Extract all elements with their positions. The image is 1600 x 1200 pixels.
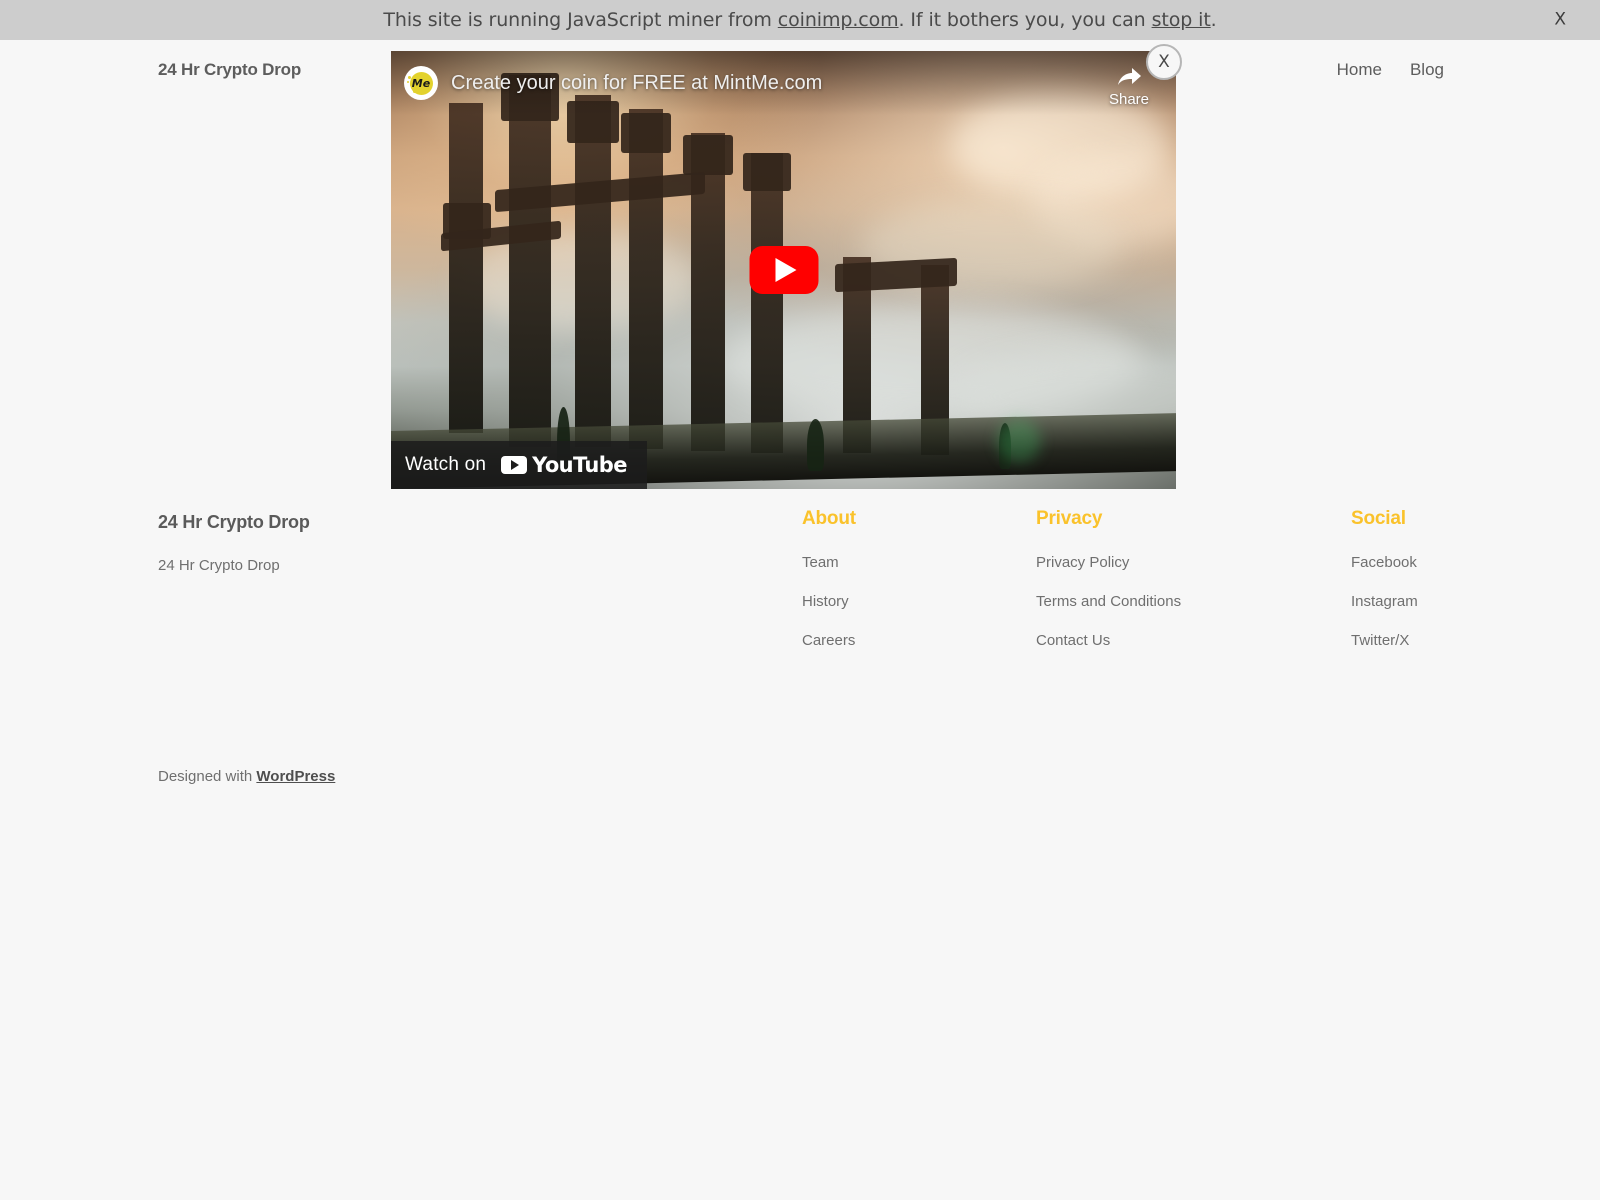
list-item: Twitter/X — [1351, 632, 1418, 650]
play-button-icon[interactable] — [749, 246, 818, 294]
video-overlay-close-button[interactable]: X — [1146, 44, 1182, 80]
footer-link-facebook[interactable]: Facebook — [1351, 554, 1417, 571]
temple-column — [575, 95, 611, 447]
cypress-tree — [807, 419, 824, 471]
footer-column-social: Social Facebook Instagram Twitter/X — [1351, 508, 1418, 671]
miner-banner-message: This site is running JavaScript miner fr… — [383, 9, 1216, 31]
footer-link-privacy-policy[interactable]: Privacy Policy — [1036, 554, 1129, 571]
temple-column — [751, 153, 783, 453]
list-item: Contact Us — [1036, 632, 1181, 650]
temple-column-capital — [683, 135, 733, 175]
miner-text-before: This site is running JavaScript miner fr… — [383, 9, 778, 31]
youtube-logo: YouTube — [501, 453, 627, 477]
footer-link-careers[interactable]: Careers — [802, 632, 855, 649]
footer-columns: 24 Hr Crypto Drop 24 Hr Crypto Drop Abou… — [0, 490, 1600, 660]
temple-column — [629, 109, 663, 449]
temple-column — [509, 75, 551, 447]
coinimp-link[interactable]: coinimp.com — [778, 9, 899, 31]
banner-close-button[interactable]: X — [1554, 11, 1566, 29]
nav-item-blog[interactable]: Blog — [1410, 60, 1444, 80]
list-item: Careers — [802, 632, 856, 650]
footer-heading-about: About — [802, 508, 856, 529]
mintme-ad-text: Create your coin for FREE at MintMe.com — [451, 71, 823, 94]
footer-brand-description: 24 Hr Crypto Drop — [158, 557, 280, 574]
wordpress-link[interactable]: WordPress — [256, 768, 335, 785]
footer-link-twitter-x[interactable]: Twitter/X — [1351, 632, 1409, 649]
footer-links-privacy: Privacy Policy Terms and Conditions Cont… — [1036, 554, 1181, 650]
list-item: Team — [802, 554, 856, 572]
youtube-video-player[interactable]: Me Create your coin for FREE at MintMe.c… — [391, 51, 1176, 489]
footer-column-about: About Team History Careers — [802, 508, 856, 671]
temple-column-capital — [743, 153, 791, 191]
mintme-logo-particle — [408, 76, 411, 79]
footer-link-instagram[interactable]: Instagram — [1351, 593, 1418, 610]
footer-link-team[interactable]: Team — [802, 554, 839, 571]
watch-on-youtube-button[interactable]: Watch on YouTube — [391, 441, 647, 489]
miner-text-after: . — [1210, 9, 1217, 31]
footer-credit-prefix: Designed with — [158, 768, 257, 785]
temple-column-capital — [621, 113, 671, 153]
play-triangle — [775, 258, 797, 282]
list-item: Terms and Conditions — [1036, 593, 1181, 611]
footer-credit: Designed with WordPress — [158, 768, 335, 785]
main-navigation: Home Blog — [1337, 60, 1444, 80]
mintme-ad-banner[interactable]: Me Create your coin for FREE at MintMe.c… — [391, 51, 1176, 115]
temple-column — [449, 103, 483, 433]
mintme-logo-particle — [410, 84, 412, 86]
share-arrow-icon — [1118, 68, 1141, 85]
footer-brand: 24 Hr Crypto Drop 24 Hr Crypto Drop — [158, 512, 310, 574]
youtube-play-triangle — [511, 460, 520, 470]
list-item: History — [802, 593, 856, 611]
mintme-logo-particle — [413, 90, 416, 93]
footer-column-privacy: Privacy Privacy Policy Terms and Conditi… — [1036, 508, 1181, 671]
youtube-wordmark: YouTube — [532, 453, 627, 477]
list-item: Instagram — [1351, 593, 1418, 611]
youtube-play-icon — [501, 456, 528, 474]
site-title[interactable]: 24 Hr Crypto Drop — [158, 60, 301, 80]
footer-links-about: Team History Careers — [802, 554, 856, 650]
miner-notification-banner: This site is running JavaScript miner fr… — [0, 0, 1600, 40]
site-footer: 24 Hr Crypto Drop 24 Hr Crypto Drop Abou… — [0, 490, 1600, 785]
footer-link-contact-us[interactable]: Contact Us — [1036, 632, 1110, 649]
footer-heading-social: Social — [1351, 508, 1406, 529]
footer-heading-privacy: Privacy — [1036, 508, 1103, 529]
mintme-logo-icon: Me — [404, 66, 438, 100]
footer-brand-title: 24 Hr Crypto Drop — [158, 512, 310, 532]
mintme-logo-particle — [407, 81, 409, 83]
miner-text-middle: . If it bothers you, you can — [898, 9, 1152, 31]
footer-links-social: Facebook Instagram Twitter/X — [1351, 554, 1418, 650]
list-item: Privacy Policy — [1036, 554, 1181, 572]
footer-link-history[interactable]: History — [802, 593, 849, 610]
list-item: Facebook — [1351, 554, 1418, 572]
share-label: Share — [1108, 91, 1150, 108]
lens-flare — [997, 419, 1041, 463]
watch-on-label: Watch on — [405, 454, 487, 475]
nav-item-home[interactable]: Home — [1337, 60, 1382, 80]
footer-link-terms-and-conditions[interactable]: Terms and Conditions — [1036, 593, 1181, 610]
stop-it-link[interactable]: stop it — [1152, 9, 1211, 31]
